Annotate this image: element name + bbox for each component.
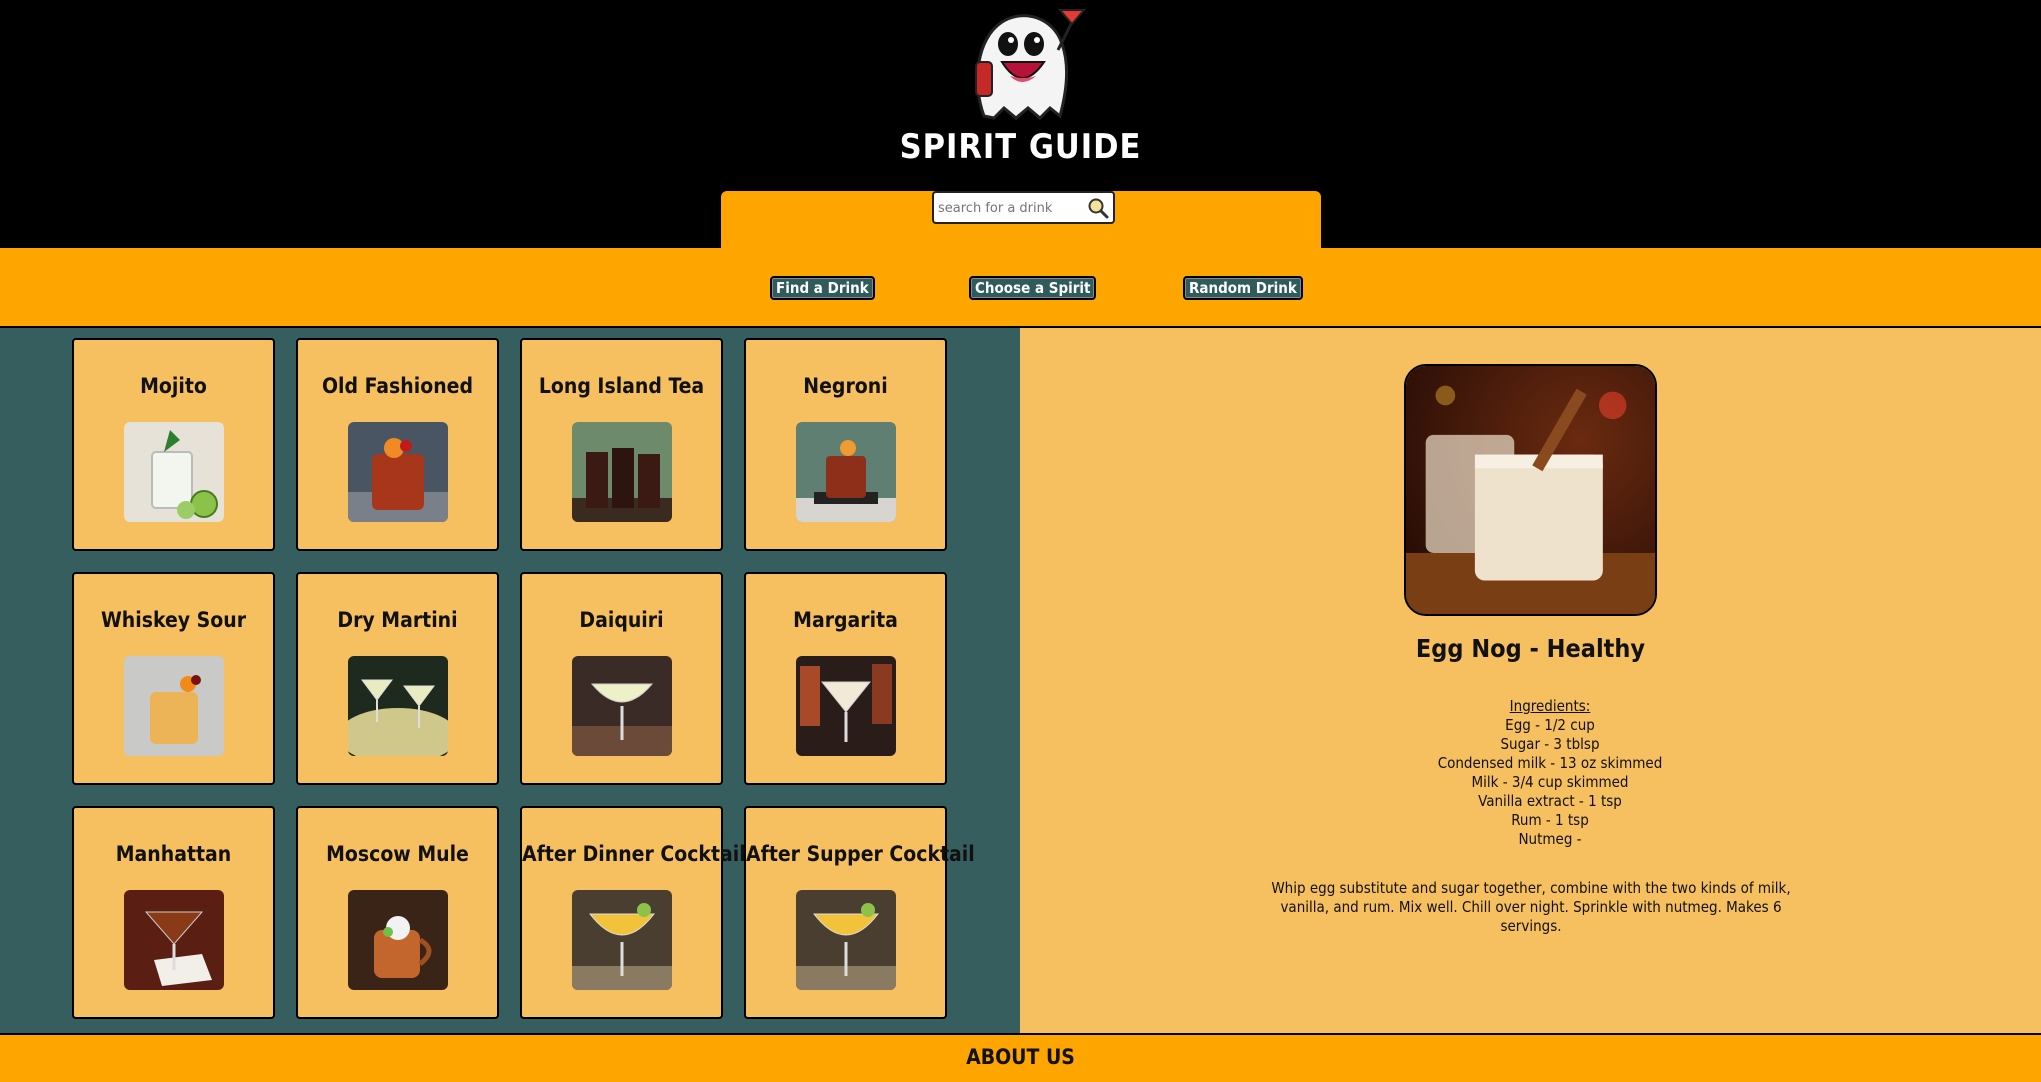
drink-card-title: Daiquiri [579, 608, 664, 632]
drink-card-title: Manhattan [115, 842, 232, 866]
drink-card-old-fashioned[interactable]: Old Fashioned [296, 338, 499, 551]
manhattan-photo [124, 890, 224, 990]
choose-a-spirit-button[interactable]: Choose a Spirit [969, 276, 1097, 300]
about-us-link[interactable]: ABOUT US [0, 1045, 2041, 1069]
daiquiri-photo [572, 656, 672, 756]
drink-card-title: After Dinner Cocktail [522, 842, 746, 866]
site-footer: ABOUT US [0, 1033, 2041, 1082]
random-drink-button[interactable]: Random Drink [1183, 276, 1303, 300]
drink-card-after-dinner-cocktail[interactable]: After Dinner Cocktail [520, 806, 746, 1019]
drink-card-title: Negroni [803, 374, 888, 398]
ingredient-item: Egg - 1/2 cup [1505, 716, 1595, 734]
drink-card-after-supper-cocktail[interactable]: After Supper Cocktail [744, 806, 975, 1019]
find-a-drink-button[interactable]: Find a Drink [770, 276, 875, 300]
drink-detail-name: Egg Nog - Healthy [1415, 634, 1646, 663]
ingredient-item: Rum - 1 tsp [1511, 811, 1589, 829]
drink-card-daiquiri[interactable]: Daiquiri [520, 572, 723, 785]
drink-card-dry-martini[interactable]: Dry Martini [296, 572, 499, 785]
ingredients-list: Ingredients: Egg - 1/2 cup Sugar - 3 tbl… [1350, 697, 1750, 849]
drink-card-title: Mojito [140, 374, 207, 398]
drink-card-mojito[interactable]: Mojito [72, 338, 275, 551]
magnifier-icon[interactable] [1087, 197, 1109, 219]
drink-card-margarita[interactable]: Margarita [744, 572, 947, 785]
negroni-photo [796, 422, 896, 522]
old-fashioned-photo [348, 422, 448, 522]
ingredient-item: Condensed milk - 13 oz skimmed [1437, 754, 1663, 772]
ingredients-header: Ingredients: [1509, 697, 1591, 715]
drink-card-whiskey-sour[interactable]: Whiskey Sour [72, 572, 275, 785]
search-input[interactable] [936, 195, 1088, 222]
drink-card-title: After Supper Cocktail [746, 842, 975, 866]
drink-card-negroni[interactable]: Negroni [744, 338, 947, 551]
whiskey-sour-photo [124, 656, 224, 756]
long-island-tea-photo [572, 422, 672, 522]
search-box [932, 191, 1115, 224]
drink-card-title: Whiskey Sour [100, 608, 247, 632]
ingredient-item: Nutmeg - [1518, 830, 1582, 848]
site-title: SPIRIT GUIDE [899, 127, 1142, 167]
drink-card-long-island-tea[interactable]: Long Island Tea [520, 338, 723, 551]
drink-card-title: Long Island Tea [538, 374, 705, 398]
ingredient-item: Vanilla extract - 1 tsp [1478, 792, 1622, 810]
ghost-logo-icon[interactable] [962, 4, 1086, 122]
ingredient-item: Sugar - 3 tblsp [1500, 735, 1600, 753]
mojito-photo [124, 422, 224, 522]
drink-card-title: Old Fashioned [322, 374, 473, 398]
drink-card-title: Margarita [793, 608, 898, 632]
drink-card-title: Dry Martini [337, 608, 458, 632]
drink-instructions: Whip egg substitute and sugar together, … [1271, 879, 1791, 935]
after-dinner-cocktail-photo [572, 890, 672, 990]
ingredient-item: Milk - 3/4 cup skimmed [1471, 773, 1629, 791]
after-supper-cocktail-photo [796, 890, 896, 990]
moscow-mule-photo [348, 890, 448, 990]
drink-card-title: Moscow Mule [326, 842, 469, 866]
drink-card-manhattan[interactable]: Manhattan [72, 806, 275, 1019]
egg-nog-photo [1404, 364, 1657, 616]
dry-martini-photo [348, 656, 448, 756]
drink-card-moscow-mule[interactable]: Moscow Mule [296, 806, 499, 1019]
margarita-photo [796, 656, 896, 756]
